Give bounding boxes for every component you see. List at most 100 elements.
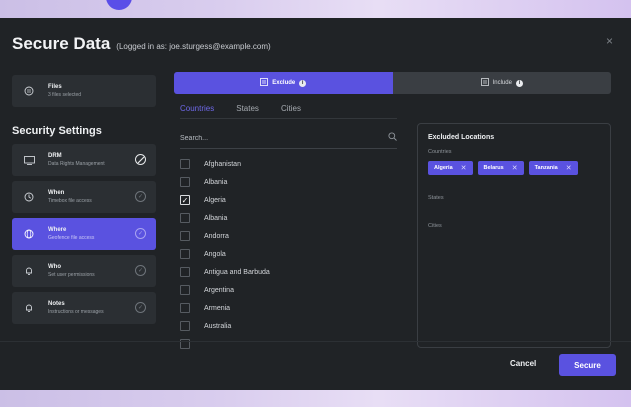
sidebar-item-who[interactable]: Who Set user permissions ✓ — [12, 255, 156, 287]
tab-states[interactable]: States — [236, 104, 259, 119]
search-input[interactable] — [180, 134, 388, 142]
list-icon — [480, 78, 489, 88]
list-item[interactable]: ✓ Algeria — [180, 191, 397, 209]
check-icon: ✓ — [135, 302, 146, 313]
list-item[interactable]: Afghanistan — [180, 155, 397, 173]
decorative-dot — [106, 0, 132, 10]
sidebar-item-title: DRM — [48, 153, 62, 159]
checkbox[interactable] — [180, 159, 190, 169]
checkbox[interactable] — [180, 303, 190, 313]
file-icon — [22, 86, 36, 96]
drm-icon — [22, 155, 36, 165]
secure-button[interactable]: Secure — [559, 354, 616, 376]
country-chips: Algeria ✕ Belarus ✕ Tanzania ✕ — [428, 161, 600, 175]
sidebar-item-subtitle: Geofence file access — [48, 235, 95, 241]
list-item[interactable]: Angola — [180, 245, 397, 263]
sidebar-item-title: Who — [48, 264, 61, 270]
exclude-label: Exclude — [272, 80, 296, 86]
check-icon: ✓ — [135, 191, 146, 202]
list-item[interactable]: Armenia — [180, 299, 397, 317]
bell-icon — [22, 266, 36, 276]
checkbox[interactable] — [180, 213, 190, 223]
checkbox[interactable] — [180, 285, 190, 295]
modal-title: Secure Data — [12, 34, 111, 53]
tabs-divider — [180, 118, 397, 119]
sidebar-item-subtitle: Data Rights Management — [48, 161, 105, 167]
footer-divider — [0, 341, 631, 342]
modal-header: Secure Data (Logged in as: joe.sturgess@… — [12, 34, 271, 54]
list-item[interactable]: Antigua and Barbuda — [180, 263, 397, 281]
security-settings-list: DRM Data Rights Management When Timebox … — [12, 144, 156, 329]
list-item[interactable]: Australia — [180, 317, 397, 335]
logged-in-as: (Logged in as: joe.sturgess@example.com) — [116, 42, 271, 51]
exclude-include-toggle: Exclude i Include i — [174, 72, 611, 94]
checkbox[interactable] — [180, 267, 190, 277]
search-icon[interactable] — [388, 132, 397, 144]
list-item[interactable]: Albania — [180, 173, 397, 191]
search-underline — [180, 148, 397, 149]
secure-data-modal: Secure Data (Logged in as: joe.sturgess@… — [0, 18, 631, 390]
include-label: Include — [492, 80, 512, 86]
disabled-icon — [135, 154, 146, 165]
states-label: States — [428, 195, 444, 201]
country-name: Albania — [204, 178, 228, 186]
files-subtitle: 3 files selected — [48, 92, 82, 98]
bell-icon — [22, 303, 36, 313]
list-icon — [260, 78, 269, 88]
files-card[interactable]: Files 3 files selected — [12, 75, 156, 107]
chip-belarus: Belarus ✕ — [477, 161, 524, 175]
country-name: Armenia — [204, 304, 231, 312]
check-icon: ✓ — [135, 265, 146, 276]
sidebar-item-title: Notes — [48, 301, 65, 307]
country-name: Argentina — [204, 286, 234, 294]
country-name: Albania — [204, 214, 228, 222]
excluded-locations-panel: Excluded Locations Countries Algeria ✕ B… — [417, 123, 611, 348]
country-name: Australia — [204, 322, 232, 330]
list-item[interactable]: Albania — [180, 209, 397, 227]
list-item-partial[interactable] — [180, 335, 397, 353]
checkbox[interactable] — [180, 321, 190, 331]
chip-algeria: Algeria ✕ — [428, 161, 473, 175]
country-name: Antigua and Barbuda — [204, 268, 270, 276]
checkbox[interactable] — [180, 177, 190, 187]
checkbox-checked[interactable]: ✓ — [180, 195, 190, 205]
close-icon[interactable]: ✕ — [461, 164, 467, 172]
sidebar-item-drm[interactable]: DRM Data Rights Management — [12, 144, 156, 176]
country-name: Angola — [204, 250, 226, 258]
chip-tanzania: Tanzania ✕ — [528, 161, 578, 175]
country-list: Afghanistan Albania ✓ Algeria Albania An… — [180, 155, 397, 358]
checkbox[interactable] — [180, 249, 190, 259]
chip-label: Algeria — [434, 165, 453, 171]
sidebar-item-subtitle: Instructions or messages — [48, 309, 104, 315]
list-item[interactable]: Argentina — [180, 281, 397, 299]
info-icon: i — [515, 79, 523, 87]
close-icon[interactable]: ✕ — [566, 164, 572, 172]
cities-label: Cities — [428, 223, 442, 229]
chip-label: Tanzania — [534, 165, 558, 171]
globe-icon — [22, 229, 36, 239]
sidebar-item-where[interactable]: Where Geofence file access ✓ — [12, 218, 156, 250]
sidebar-item-subtitle: Timebox file access — [48, 198, 92, 204]
sidebar-item-title: When — [48, 190, 65, 196]
tab-countries[interactable]: Countries — [180, 104, 215, 119]
info-icon: i — [299, 79, 307, 87]
sidebar-item-when[interactable]: When Timebox file access ✓ — [12, 181, 156, 213]
exclude-button[interactable]: Exclude i — [174, 72, 393, 94]
countries-label: Countries — [428, 149, 452, 155]
sidebar-item-subtitle: Set user permissions — [48, 272, 95, 278]
sidebar-item-notes[interactable]: Notes Instructions or messages ✓ — [12, 292, 156, 324]
close-icon[interactable]: ✕ — [512, 164, 518, 172]
country-name: Algeria — [204, 196, 226, 204]
location-tabs: Countries States Cities — [180, 104, 301, 119]
tab-cities[interactable]: Cities — [281, 104, 301, 119]
search-bar — [180, 128, 397, 148]
checkbox[interactable] — [180, 231, 190, 241]
country-name: Afghanistan — [204, 160, 241, 168]
close-icon[interactable]: × — [606, 34, 613, 48]
excluded-title: Excluded Locations — [428, 134, 495, 141]
cancel-button[interactable]: Cancel — [510, 359, 536, 368]
list-item[interactable]: Andorra — [180, 227, 397, 245]
include-button[interactable]: Include i — [393, 72, 612, 94]
check-icon: ✓ — [135, 228, 146, 239]
country-name: Andorra — [204, 232, 229, 240]
